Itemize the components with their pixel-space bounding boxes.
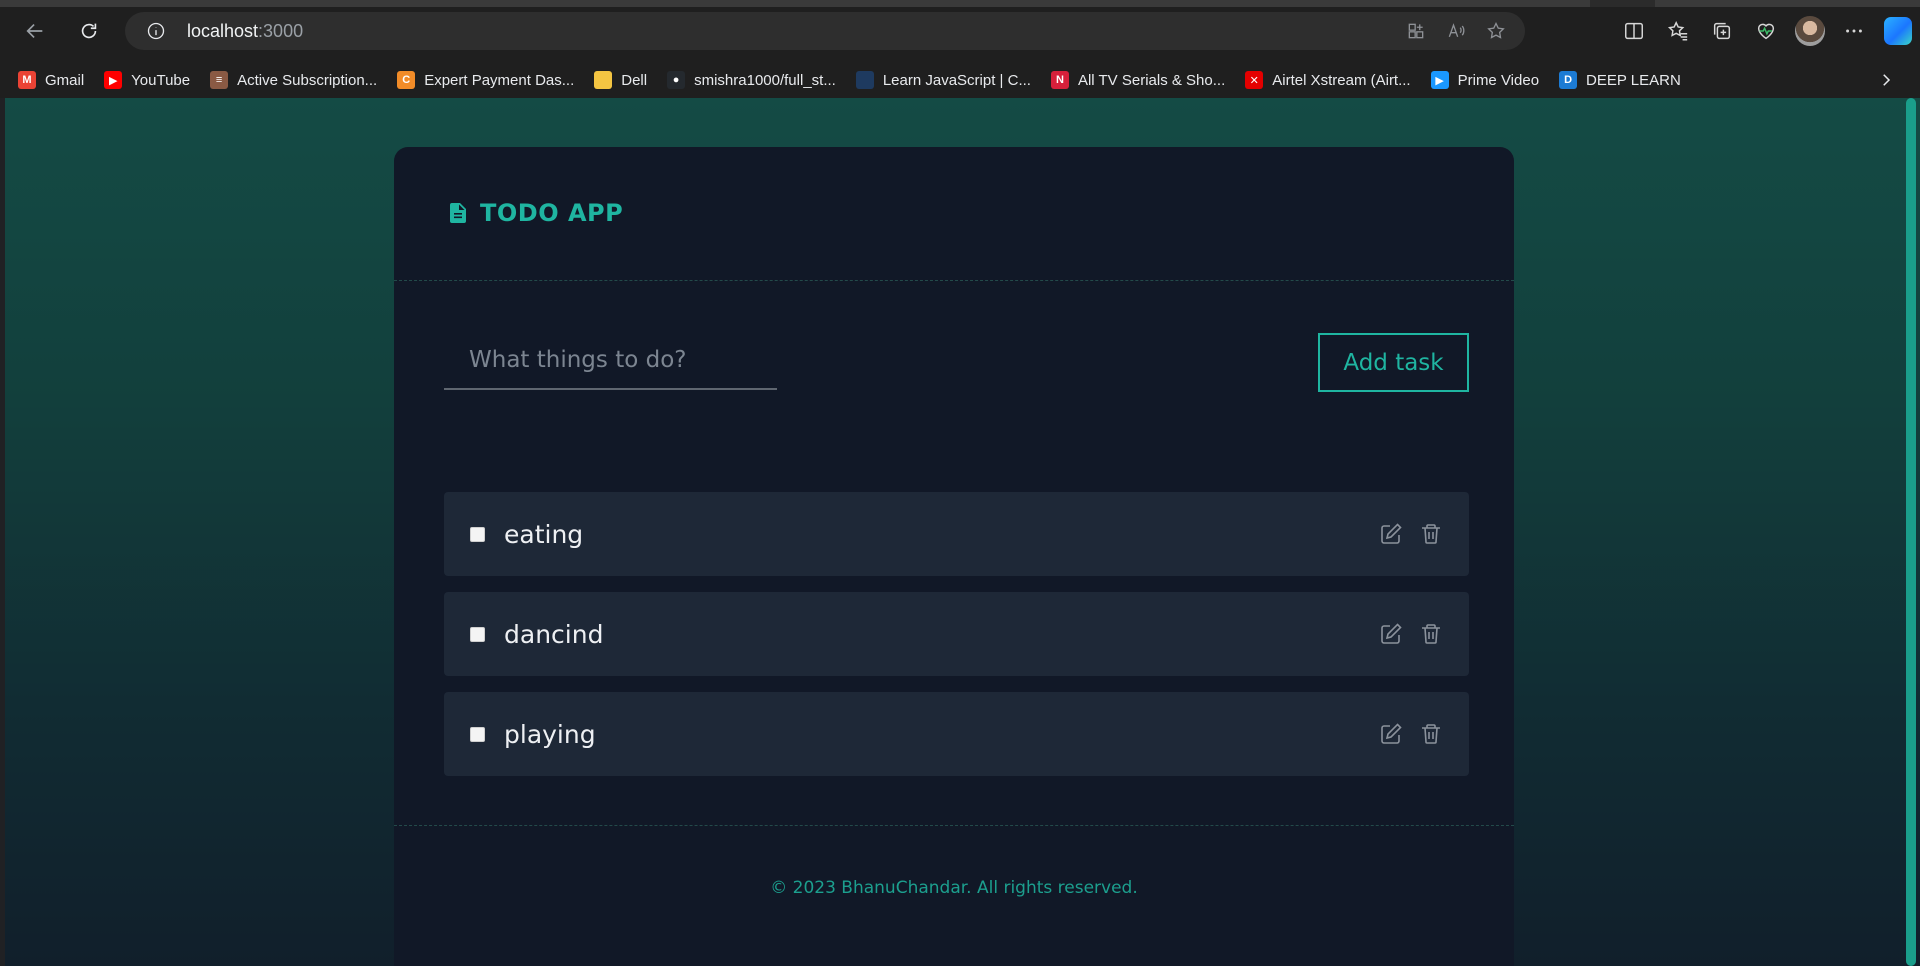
app-title: TODO APP — [448, 199, 623, 227]
bookmark-item[interactable]: C Expert Payment Das... — [397, 66, 574, 94]
more-dots-icon — [1846, 29, 1862, 33]
task-checkbox[interactable] — [470, 526, 485, 542]
split-screen-icon — [1625, 22, 1643, 40]
app-available-icon[interactable] — [1405, 20, 1427, 42]
active-tab-edge[interactable] — [0, 0, 1590, 7]
task-checkbox[interactable] — [470, 726, 485, 742]
bookmark-label: All TV Serials & Sho... — [1077, 71, 1226, 89]
avatar — [1795, 16, 1825, 46]
bookmark-favicon-icon — [594, 71, 613, 89]
task-item: playing — [444, 692, 1469, 776]
bookmark-favicon-icon: N — [1050, 71, 1069, 89]
bookmark-label: Prime Video — [1457, 71, 1540, 89]
bookmark-item[interactable]: D DEEP LEARN — [1559, 66, 1681, 94]
task-label: eating — [504, 519, 584, 549]
edit-icon[interactable] — [1379, 522, 1403, 546]
favorites-icon — [1667, 21, 1688, 41]
document-icon — [448, 202, 468, 224]
bookmark-label: DEEP LEARN — [1586, 71, 1681, 89]
bookmark-item[interactable]: ▶ YouTube — [104, 66, 190, 94]
bookmark-item[interactable]: ▶ Prime Video — [1430, 66, 1540, 94]
task-list: eating dancind playing — [444, 492, 1469, 792]
bookmark-favicon-icon — [855, 71, 874, 89]
browser-essentials-button[interactable] — [1747, 12, 1785, 50]
bookmark-label: Active Subscription... — [237, 71, 378, 89]
inactive-tab-edge[interactable] — [1655, 0, 1920, 7]
bookmark-favicon-icon: ● — [667, 71, 686, 89]
task-label: dancind — [504, 619, 604, 649]
back-button[interactable] — [18, 14, 52, 48]
trash-icon[interactable] — [1419, 622, 1443, 646]
url-text[interactable]: localhost:3000 — [187, 21, 303, 42]
bookmark-item[interactable]: ≡ Active Subscription... — [210, 66, 377, 94]
bookmark-favicon-icon: ✕ — [1245, 71, 1264, 89]
copilot-button[interactable] — [1879, 12, 1917, 50]
url-port: :3000 — [258, 20, 304, 41]
task-item: eating — [444, 492, 1469, 576]
card-footer: © 2023 BhanuChandar. All rights reserved… — [394, 825, 1514, 966]
browser-toolbar: localhost:3000 — [0, 0, 1920, 62]
browser-tools — [1612, 12, 1920, 50]
url-host: localhost — [187, 20, 259, 41]
bookmark-item[interactable]: Learn JavaScript | C... — [855, 66, 1031, 94]
arrow-left-icon — [26, 23, 43, 39]
bookmark-label: Learn JavaScript | C... — [882, 71, 1031, 89]
bookmark-label: smishra1000/full_st... — [694, 71, 836, 89]
profile-button[interactable] — [1791, 12, 1829, 50]
bookmark-favicon-icon: M — [18, 71, 36, 89]
bookmark-label: YouTube — [131, 71, 191, 89]
trash-icon[interactable] — [1419, 522, 1443, 546]
address-bar[interactable]: localhost:3000 — [125, 12, 1525, 50]
edit-icon[interactable] — [1379, 722, 1403, 746]
split-screen-button[interactable] — [1615, 12, 1653, 50]
copilot-icon — [1884, 17, 1912, 45]
tab-strip — [0, 0, 1920, 7]
refresh-button[interactable] — [72, 14, 106, 48]
todo-card: TODO APP Add task eating dancind — [394, 147, 1514, 966]
settings-menu-button[interactable] — [1835, 12, 1873, 50]
page-title: TODO APP — [480, 199, 624, 227]
bookmark-label: Expert Payment Das... — [424, 71, 575, 89]
bookmark-item[interactable]: Dell — [594, 66, 647, 94]
favorite-star-icon[interactable] — [1485, 20, 1507, 42]
heart-pulse-icon — [1757, 23, 1775, 40]
favorites-button[interactable] — [1659, 12, 1697, 50]
trash-icon[interactable] — [1419, 722, 1443, 746]
task-item: dancind — [444, 592, 1469, 676]
task-input[interactable] — [444, 332, 777, 388]
page-viewport: TODO APP Add task eating dancind — [5, 98, 1920, 966]
task-label: playing — [504, 719, 596, 749]
bookmark-item[interactable]: M Gmail — [18, 66, 84, 94]
site-info-icon[interactable] — [145, 20, 167, 42]
add-task-button[interactable]: Add task — [1318, 333, 1469, 392]
read-aloud-icon[interactable] — [1445, 20, 1467, 42]
bookmark-item[interactable]: ✕ Airtel Xstream (Airt... — [1245, 66, 1411, 94]
copyright-text: © 2023 BhanuChandar. All rights reserved… — [770, 878, 1138, 898]
bookmark-item[interactable]: N All TV Serials & Sho... — [1050, 66, 1226, 94]
card-header: TODO APP — [394, 147, 1514, 281]
refresh-icon — [81, 23, 97, 39]
collections-icon — [1713, 22, 1731, 40]
bookmark-label: Airtel Xstream (Airt... — [1272, 71, 1411, 89]
task-checkbox[interactable] — [470, 626, 485, 642]
bookmark-favicon-icon: ▶ — [104, 71, 123, 89]
scrollbar[interactable] — [1906, 98, 1916, 966]
task-input-wrapper — [444, 332, 777, 390]
bookmark-label: Dell — [621, 71, 648, 89]
bookmark-favicon-icon: D — [1559, 71, 1578, 89]
bookmark-label: Gmail — [45, 71, 85, 89]
collections-button[interactable] — [1703, 12, 1741, 50]
chevron-right-icon[interactable] — [1876, 70, 1896, 90]
bookmark-item[interactable]: ● smishra1000/full_st... — [667, 66, 836, 94]
bookmark-favicon-icon: C — [397, 71, 416, 89]
edit-icon[interactable] — [1379, 622, 1403, 646]
bookmark-favicon-icon: ▶ — [1430, 71, 1449, 89]
bookmark-favicon-icon: ≡ — [210, 71, 229, 89]
bookmarks-bar: M Gmail ▶ YouTube ≡ Active Subscription... C Ex… — [0, 62, 1920, 98]
